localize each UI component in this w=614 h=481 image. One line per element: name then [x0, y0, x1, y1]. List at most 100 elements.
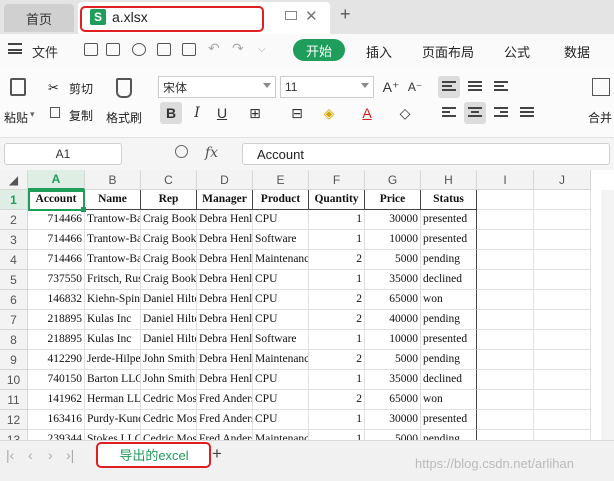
table-cell[interactable]: Maintenance — [253, 350, 309, 370]
empty-cell[interactable] — [534, 330, 591, 350]
table-cell[interactable]: Craig Booker — [141, 270, 197, 290]
table-cell[interactable]: Daniel Hilton — [141, 310, 197, 330]
empty-cell[interactable] — [477, 230, 534, 250]
table-cell[interactable]: 1 — [309, 230, 365, 250]
print-icon[interactable] — [157, 43, 171, 56]
row-header[interactable]: 13 — [0, 430, 28, 440]
new-tab-button[interactable]: + — [340, 4, 351, 25]
vertical-scrollbar[interactable] — [601, 190, 614, 440]
empty-cell[interactable] — [477, 210, 534, 230]
font-color-icon[interactable]: A — [356, 102, 378, 124]
align-left-button[interactable] — [438, 102, 460, 124]
share-icon[interactable] — [132, 43, 146, 56]
column-header[interactable]: H — [421, 170, 477, 190]
column-header[interactable]: F — [309, 170, 365, 190]
table-cell[interactable]: CPU — [253, 390, 309, 410]
table-cell[interactable]: 5000 — [365, 250, 421, 270]
table-cell[interactable]: Debra Henley — [197, 230, 253, 250]
table-cell[interactable]: pending — [421, 250, 477, 270]
spreadsheet-grid[interactable]: ◢ A B C D E F G H I J 1 2 3 4 5 6 7 8 9 10 11 12 13 Account Name… — [0, 170, 614, 440]
open-folder-icon[interactable] — [84, 43, 98, 56]
empty-cell[interactable] — [477, 330, 534, 350]
table-cell[interactable]: 1 — [309, 430, 365, 440]
row-header[interactable]: 9 — [0, 350, 28, 370]
table-cell[interactable]: Craig Booker — [141, 230, 197, 250]
table-cell[interactable]: 412290 — [28, 350, 85, 370]
table-cell[interactable]: 2 — [309, 290, 365, 310]
row-header[interactable]: 4 — [0, 250, 28, 270]
zoom-icon[interactable] — [175, 145, 188, 158]
eraser-icon[interactable]: ◇ — [394, 102, 416, 124]
menu-start[interactable]: 开始 — [293, 39, 345, 61]
table-cell[interactable]: Purdy-Kunde — [85, 410, 141, 430]
table-cell[interactable]: Fritsch, Russel — [85, 270, 141, 290]
row-header[interactable]: 1 — [0, 190, 28, 210]
table-cell[interactable]: Software — [253, 230, 309, 250]
empty-cell[interactable] — [534, 410, 591, 430]
table-header-cell[interactable]: Quantity — [309, 190, 365, 210]
row-header[interactable]: 8 — [0, 330, 28, 350]
table-cell[interactable]: Fred Anderson — [197, 390, 253, 410]
table-cell[interactable]: 10000 — [365, 330, 421, 350]
table-cell[interactable]: 5000 — [365, 430, 421, 440]
empty-cell[interactable] — [477, 390, 534, 410]
table-cell[interactable]: 1 — [309, 370, 365, 390]
table-cell[interactable]: 1 — [309, 210, 365, 230]
table-cell[interactable]: CPU — [253, 370, 309, 390]
align-top-button[interactable] — [438, 76, 460, 98]
table-header-cell[interactable]: Product — [253, 190, 309, 210]
table-cell[interactable]: 2 — [309, 350, 365, 370]
table-cell[interactable]: pending — [421, 430, 477, 440]
table-cell[interactable]: Daniel Hilton — [141, 290, 197, 310]
align-bottom-button[interactable] — [490, 76, 512, 98]
redo-icon[interactable]: ↷ — [232, 40, 244, 57]
table-cell[interactable]: 65000 — [365, 390, 421, 410]
select-all-corner[interactable]: ◢ — [0, 170, 28, 190]
table-cell[interactable]: 163416 — [28, 410, 85, 430]
empty-cell[interactable] — [477, 250, 534, 270]
table-cell[interactable]: 1 — [309, 270, 365, 290]
print-preview-icon[interactable] — [182, 43, 196, 56]
empty-cell[interactable] — [534, 270, 591, 290]
justify-button[interactable] — [516, 102, 538, 124]
table-cell[interactable]: Fred Anderson — [197, 410, 253, 430]
table-cell[interactable]: declined — [421, 270, 477, 290]
next-sheet-icon[interactable]: › — [48, 447, 53, 463]
table-cell[interactable]: Barton LLC — [85, 370, 141, 390]
paste-icon[interactable] — [10, 78, 26, 96]
table-cell[interactable]: Debra Henley — [197, 310, 253, 330]
table-header-cell[interactable]: Rep — [141, 190, 197, 210]
table-cell[interactable]: Kulas Inc — [85, 310, 141, 330]
italic-button[interactable]: I — [186, 102, 208, 124]
table-cell[interactable]: CPU — [253, 270, 309, 290]
table-cell[interactable]: presented — [421, 230, 477, 250]
copy-button[interactable]: 复制 — [69, 107, 93, 124]
add-sheet-button[interactable]: + — [212, 444, 222, 464]
menu-data[interactable]: 数据 — [564, 42, 590, 61]
row-header[interactable]: 12 — [0, 410, 28, 430]
paste-button[interactable]: 粘贴 — [4, 109, 28, 126]
table-cell[interactable]: John Smith — [141, 350, 197, 370]
paste-dropdown-icon[interactable]: ▾ — [30, 109, 35, 120]
font-size-select[interactable]: 11 — [280, 76, 374, 98]
table-cell[interactable]: 740150 — [28, 370, 85, 390]
table-cell[interactable]: CPU — [253, 210, 309, 230]
table-cell[interactable]: Trantow-Barrows — [85, 210, 141, 230]
menu-formula[interactable]: 公式 — [504, 42, 530, 61]
decrease-font-icon[interactable]: A⁻ — [404, 76, 426, 98]
table-cell[interactable]: 714466 — [28, 230, 85, 250]
table-cell[interactable]: Craig Booker — [141, 250, 197, 270]
table-cell[interactable]: Maintenance — [253, 250, 309, 270]
format-painter-icon[interactable] — [116, 78, 132, 98]
table-cell[interactable]: Craig Booker — [141, 210, 197, 230]
column-header[interactable]: B — [85, 170, 141, 190]
table-cell[interactable]: Debra Henley — [197, 270, 253, 290]
empty-cell[interactable] — [534, 210, 591, 230]
empty-cell[interactable] — [534, 250, 591, 270]
table-cell[interactable]: 10000 — [365, 230, 421, 250]
merge-cells-icon[interactable]: ⊟ — [286, 102, 308, 124]
table-cell[interactable]: Debra Henley — [197, 250, 253, 270]
empty-cell[interactable] — [477, 310, 534, 330]
table-header-cell[interactable]: Price — [365, 190, 421, 210]
empty-cell[interactable] — [534, 230, 591, 250]
